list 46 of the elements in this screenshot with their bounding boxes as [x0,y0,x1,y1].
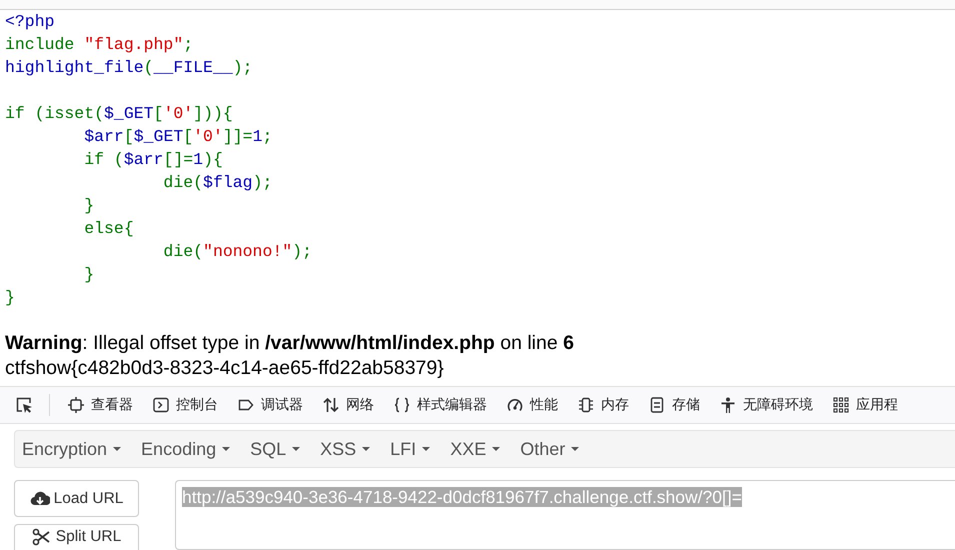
load-url-button[interactable]: Load URL [14,480,139,517]
devtools-tab[interactable]: 样式编辑器 [384,387,497,423]
code-line: highlight_file(__FILE__); [5,57,254,79]
menu-dropdown[interactable]: LFI [383,431,444,467]
flag-text: ctfshow{c482b0d3-8323-4c14-ae65-ffd22ab58379} [5,356,444,381]
code-line: if ($arr[]=1){ [83,149,224,171]
gauge-icon [507,397,523,413]
code-line: $arr[$_GET['0']]=1; [83,126,274,148]
document-icon [649,397,665,413]
code-line: else{ [83,218,135,240]
devtools-tab[interactable]: 调试器 [228,387,313,423]
devtools-tab[interactable]: 性能 [497,387,568,423]
code-line: include "flag.php"; [5,34,194,56]
console-icon [153,397,169,413]
menu-dropdown[interactable]: Encoding [134,431,244,467]
menu-dropdown[interactable]: Encryption [15,431,134,467]
menu-dropdown[interactable]: SQL [243,431,314,467]
person-icon [720,397,736,413]
split-url-button[interactable]: Split URL [14,524,139,550]
chip-icon [578,397,594,413]
devtools-tab[interactable]: 查看器 [58,387,143,423]
devtools-tab[interactable]: 网络 [313,387,384,423]
menu-dropdown[interactable]: XXE [443,431,514,467]
scissors-icon [32,528,52,546]
code-line: die($flag); [162,172,274,194]
devtools-tab[interactable]: 无障碍环境 [710,387,823,423]
code-line: if (isset($_GET['0'])){ [5,103,234,125]
menu-dropdown[interactable]: Other [513,431,592,467]
up-down-arrows-icon [323,397,339,413]
code-line: die("nonono!"); [162,241,313,263]
devtools-tab[interactable]: 控制台 [143,387,228,423]
tag-icon [238,397,254,413]
inspector-icon [68,397,84,413]
cursor-in-box-icon [15,396,33,414]
code-line: <?php [5,11,56,33]
warning-message: Warning: Illegal offset type in /var/www/html/index.php on line 6 [5,331,574,356]
devtools-tab[interactable]: 应用程 [823,387,908,423]
grid-icon [833,397,849,413]
cloud-download-icon [30,490,50,508]
code-line: } [5,287,16,309]
devtools-tab[interactable]: 存储 [639,387,710,423]
code-line: } [83,195,96,217]
code-line: } [83,264,96,286]
devtools-tab[interactable]: 内存 [568,387,639,423]
curly-braces-icon [394,397,410,413]
menu-dropdown[interactable]: XSS [313,431,384,467]
